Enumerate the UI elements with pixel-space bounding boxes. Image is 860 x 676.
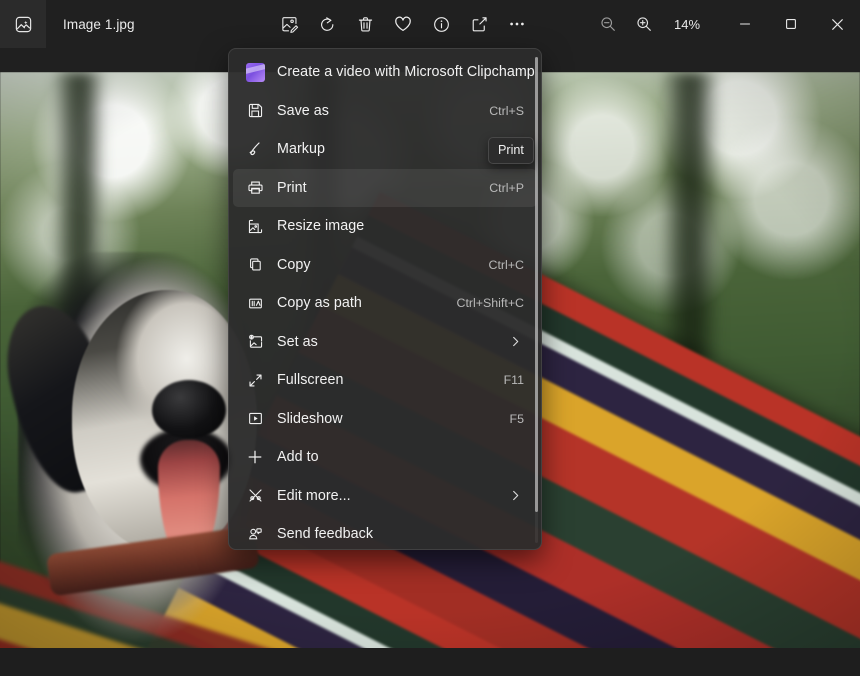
save-icon bbox=[233, 102, 277, 119]
menu-item-label: Edit more... bbox=[277, 488, 351, 504]
menu-item-label: Markup bbox=[277, 141, 325, 157]
menu-item-label: Create a video with Microsoft Clipchamp bbox=[277, 64, 535, 80]
see-more-button[interactable] bbox=[498, 7, 536, 41]
menu-item-fullscreen[interactable]: Fullscreen F11 bbox=[233, 361, 537, 400]
favorite-button[interactable] bbox=[384, 7, 422, 41]
printer-icon bbox=[233, 179, 277, 196]
menu-item-label: Print bbox=[277, 180, 307, 196]
menu-item-label: Set as bbox=[277, 334, 318, 350]
menu-item-accelerator: Ctrl+C bbox=[489, 258, 524, 272]
edit-image-button[interactable] bbox=[270, 7, 308, 41]
close-button[interactable] bbox=[814, 0, 860, 48]
zoom-controls: 14% bbox=[590, 0, 708, 48]
copy-icon bbox=[233, 256, 277, 273]
menu-item-accelerator: Ctrl+Shift+C bbox=[457, 296, 524, 310]
print-tooltip: Print bbox=[488, 137, 534, 164]
bottom-bar bbox=[0, 648, 860, 676]
menu-item-accelerator: F5 bbox=[510, 412, 524, 426]
menu-item-label: Save as bbox=[277, 103, 329, 119]
zoom-level-label: 14% bbox=[674, 17, 708, 32]
info-button[interactable] bbox=[422, 7, 460, 41]
feedback-icon bbox=[233, 526, 277, 543]
menu-item-label: Send feedback bbox=[277, 526, 373, 542]
menu-item-set-as[interactable]: Set as bbox=[233, 323, 537, 362]
menu-item-accelerator: F11 bbox=[504, 373, 524, 387]
rotate-button[interactable] bbox=[308, 7, 346, 41]
menu-scrollbar-thumb[interactable] bbox=[535, 57, 538, 512]
zoom-out-button[interactable] bbox=[590, 7, 626, 41]
markup-pen-icon bbox=[233, 140, 277, 158]
clipchamp-icon bbox=[233, 63, 277, 82]
photos-app-icon[interactable] bbox=[0, 0, 46, 48]
menu-item-label: Add to bbox=[277, 449, 319, 465]
document-title: Image 1.jpg bbox=[63, 17, 135, 32]
plus-icon bbox=[233, 448, 277, 466]
menu-scrollbar[interactable] bbox=[535, 57, 538, 543]
menu-item-copy[interactable]: Copy Ctrl+C bbox=[233, 246, 537, 285]
menu-item-edit-more[interactable]: Edit more... bbox=[233, 477, 537, 516]
menu-item-send-feedback[interactable]: Send feedback bbox=[233, 515, 537, 550]
menu-item-resize-image[interactable]: Resize image bbox=[233, 207, 537, 246]
menu-item-label: Fullscreen bbox=[277, 372, 343, 388]
photos-app-window: Image 1.jpg bbox=[0, 0, 860, 676]
menu-item-print[interactable]: Print Ctrl+P bbox=[233, 169, 537, 208]
menu-item-add-to[interactable]: Add to bbox=[233, 438, 537, 477]
menu-item-label: Resize image bbox=[277, 218, 364, 234]
copy-path-icon bbox=[233, 295, 277, 312]
chevron-right-icon bbox=[509, 335, 522, 348]
minimize-button[interactable] bbox=[722, 0, 768, 48]
menu-item-label: Slideshow bbox=[277, 411, 343, 427]
fullscreen-icon bbox=[233, 372, 277, 389]
menu-item-copy-as-path[interactable]: Copy as path Ctrl+Shift+C bbox=[233, 284, 537, 323]
menu-item-save-as[interactable]: Save as Ctrl+S bbox=[233, 92, 537, 131]
menu-item-accelerator: Ctrl+S bbox=[489, 104, 524, 118]
set-as-icon bbox=[233, 333, 277, 350]
maximize-button[interactable] bbox=[768, 0, 814, 48]
edit-more-icon bbox=[233, 487, 277, 504]
menu-item-label: Copy bbox=[277, 257, 311, 273]
resize-icon bbox=[233, 218, 277, 235]
zoom-in-button[interactable] bbox=[626, 7, 662, 41]
context-menu[interactable]: Create a video with Microsoft Clipchamp … bbox=[228, 48, 542, 550]
menu-item-slideshow[interactable]: Slideshow F5 bbox=[233, 400, 537, 439]
menu-item-create-video[interactable]: Create a video with Microsoft Clipchamp bbox=[233, 53, 537, 92]
delete-button[interactable] bbox=[346, 7, 384, 41]
share-button[interactable] bbox=[460, 7, 498, 41]
image-toolbar bbox=[270, 0, 536, 48]
title-bar: Image 1.jpg bbox=[0, 0, 860, 48]
window-controls bbox=[722, 0, 860, 48]
slideshow-icon bbox=[233, 410, 277, 427]
chevron-right-icon bbox=[509, 489, 522, 502]
menu-item-accelerator: Ctrl+P bbox=[489, 181, 524, 195]
menu-item-label: Copy as path bbox=[277, 295, 362, 311]
